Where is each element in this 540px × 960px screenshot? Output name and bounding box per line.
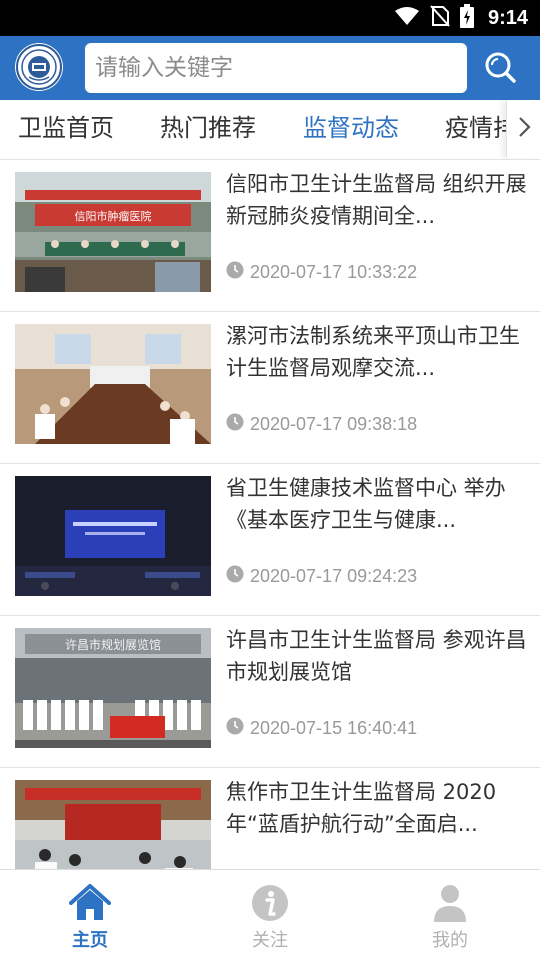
news-thumbnail: 许昌市规划展览馆 [15,628,211,748]
nav-follow[interactable]: 关注 [180,870,360,960]
search-input[interactable] [95,55,467,81]
news-time-text: 2020-07-15 16:40:41 [250,717,418,738]
status-bar: 9:14 [0,0,540,36]
news-title[interactable]: 焦作市卫生计生监督局 2020年“蓝盾护航行动”全面启... [226,776,528,840]
news-item[interactable]: 省卫生健康技术监督中心 举办《基本医疗卫生与健康... 2020-07-17 0… [0,464,540,616]
search-icon [483,50,517,88]
tab-supervision-news[interactable]: 监督动态 [303,100,399,158]
clock-icon [226,261,244,284]
no-sim-icon [430,5,450,31]
news-time: 2020-07-17 09:24:23 [226,562,417,590]
tab-hot-recommend[interactable]: 热门推荐 [160,100,256,158]
news-title[interactable]: 许昌市卫生计生监督局 参观许昌市规划展览馆 [226,624,528,688]
news-time-text: 2020-07-17 09:24:23 [250,565,418,586]
news-item[interactable]: 信阳市肿瘤医院 信阳市卫生计生监督局 组织开展新冠肺炎疫情期间全... 2020… [0,160,540,312]
news-time-text: 2020-07-17 09:38:18 [250,413,418,434]
news-time: 2020-07-17 09:38:18 [226,410,417,438]
search-box[interactable] [85,43,467,93]
news-item[interactable]: 漯河市法制系统来平顶山市卫生计生监督局观摩交流... 2020-07-17 09… [0,312,540,464]
tab-home[interactable]: 卫监首页 [18,100,114,158]
chevron-right-icon [517,116,531,142]
news-time: 2020-07-17 10:33:22 [226,258,417,286]
clock-icon [226,717,244,740]
news-thumbnail [15,476,211,596]
news-title[interactable]: 省卫生健康技术监督中心 举办《基本医疗卫生与健康... [226,472,528,536]
bottom-nav: 主页 关注 我的 [0,869,540,960]
news-item[interactable]: 焦作市卫生计生监督局 2020年“蓝盾护航行动”全面启... [0,768,540,869]
news-thumbnail [15,780,211,869]
category-tabs: 卫监首页 热门推荐 监督动态 疫情排 [0,100,540,160]
news-item[interactable]: 许昌市规划展览馆 许昌市卫生计生监督局 参观许昌市规划展览馆 2020-07-1… [0,616,540,768]
news-thumbnail: 信阳市肿瘤医院 [15,172,211,292]
info-icon [249,882,291,924]
app-header [0,36,540,100]
home-icon [69,882,111,924]
battery-charging-icon [459,4,474,32]
news-title[interactable]: 漯河市法制系统来平顶山市卫生计生监督局观摩交流... [226,320,528,384]
user-icon [429,882,471,924]
thumb-banner-text: 许昌市规划展览馆 [65,637,161,652]
nav-mine[interactable]: 我的 [360,870,540,960]
status-time: 9:14 [487,6,528,29]
news-list: 信阳市肿瘤医院 信阳市卫生计生监督局 组织开展新冠肺炎疫情期间全... 2020… [0,160,540,869]
tabs-more-button[interactable] [506,100,540,158]
news-time-text: 2020-07-17 10:33:22 [250,261,418,282]
nav-follow-label: 关注 [252,930,288,951]
nav-home-label: 主页 [72,930,108,951]
nav-home[interactable]: 主页 [0,870,180,960]
agency-emblem-icon[interactable] [15,43,63,91]
news-thumbnail [15,324,211,444]
search-button[interactable] [476,46,524,92]
clock-icon [226,565,244,588]
thumb-banner-text: 信阳市肿瘤医院 [75,209,152,223]
news-title[interactable]: 信阳市卫生计生监督局 组织开展新冠肺炎疫情期间全... [226,168,528,232]
news-time: 2020-07-15 16:40:41 [226,714,417,742]
clock-icon [226,413,244,436]
nav-mine-label: 我的 [432,930,468,951]
wifi-icon [394,6,420,30]
status-icons: 9:14 [394,0,528,36]
